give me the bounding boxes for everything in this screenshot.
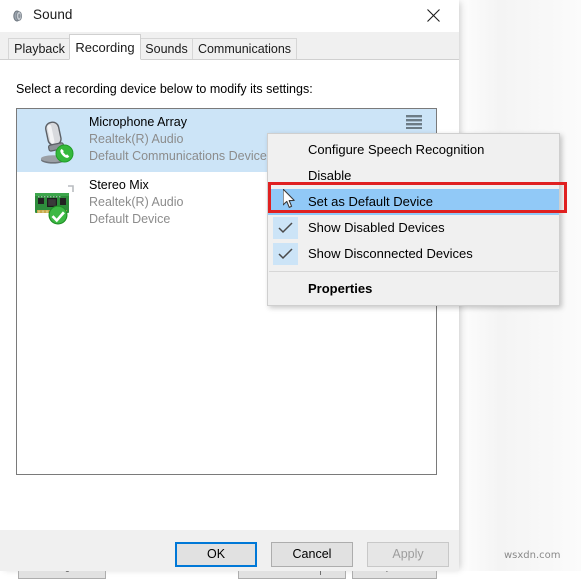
window-title: Sound xyxy=(33,7,73,22)
tab-playback[interactable]: Playback xyxy=(8,38,71,60)
device-driver: Realtek(R) Audio xyxy=(89,132,184,146)
menu-item-configure-speech-recognition[interactable]: Configure Speech Recognition xyxy=(268,137,559,163)
speaker-icon xyxy=(10,8,26,24)
menu-item-disable[interactable]: Disable xyxy=(268,163,559,189)
apply-button[interactable]: Apply xyxy=(367,542,449,567)
cancel-button[interactable]: Cancel xyxy=(271,542,353,567)
tab-strip: Playback Recording Sounds Communications xyxy=(0,32,459,60)
device-name: Stereo Mix xyxy=(89,178,149,192)
watermark-text: wsxdn.com xyxy=(504,550,561,561)
tab-sounds[interactable]: Sounds xyxy=(139,38,194,60)
menu-item-show-disabled-devices[interactable]: Show Disabled Devices xyxy=(268,215,559,241)
tab-recording[interactable]: Recording xyxy=(69,34,141,60)
device-driver: Realtek(R) Audio xyxy=(89,195,184,209)
menu-item-label: Show Disconnected Devices xyxy=(308,246,473,261)
checkmark-icon xyxy=(273,217,298,239)
sound-card-icon xyxy=(31,180,79,228)
menu-item-label: Show Disabled Devices xyxy=(308,220,445,235)
device-context-menu: Configure Speech Recognition Disable Set… xyxy=(267,133,560,306)
level-meter-icon xyxy=(405,114,423,130)
menu-item-properties[interactable]: Properties xyxy=(268,276,559,302)
device-name: Microphone Array xyxy=(89,115,187,129)
microphone-icon xyxy=(31,117,79,165)
tab-communications[interactable]: Communications xyxy=(192,38,297,60)
menu-item-set-as-default-device[interactable]: Set as Default Device xyxy=(268,189,559,215)
checkmark-icon xyxy=(273,243,298,265)
panel-prompt: Select a recording device below to modif… xyxy=(16,82,313,96)
dialog-footer: OK Cancel Apply xyxy=(0,530,459,571)
menu-separator xyxy=(269,271,558,272)
title-bar: Sound xyxy=(0,0,459,33)
menu-item-show-disconnected-devices[interactable]: Show Disconnected Devices xyxy=(268,241,559,267)
close-icon[interactable] xyxy=(412,0,456,31)
device-status: Default Device xyxy=(89,212,171,226)
ok-button[interactable]: OK xyxy=(175,542,257,567)
device-status: Default Communications Device xyxy=(89,149,267,163)
